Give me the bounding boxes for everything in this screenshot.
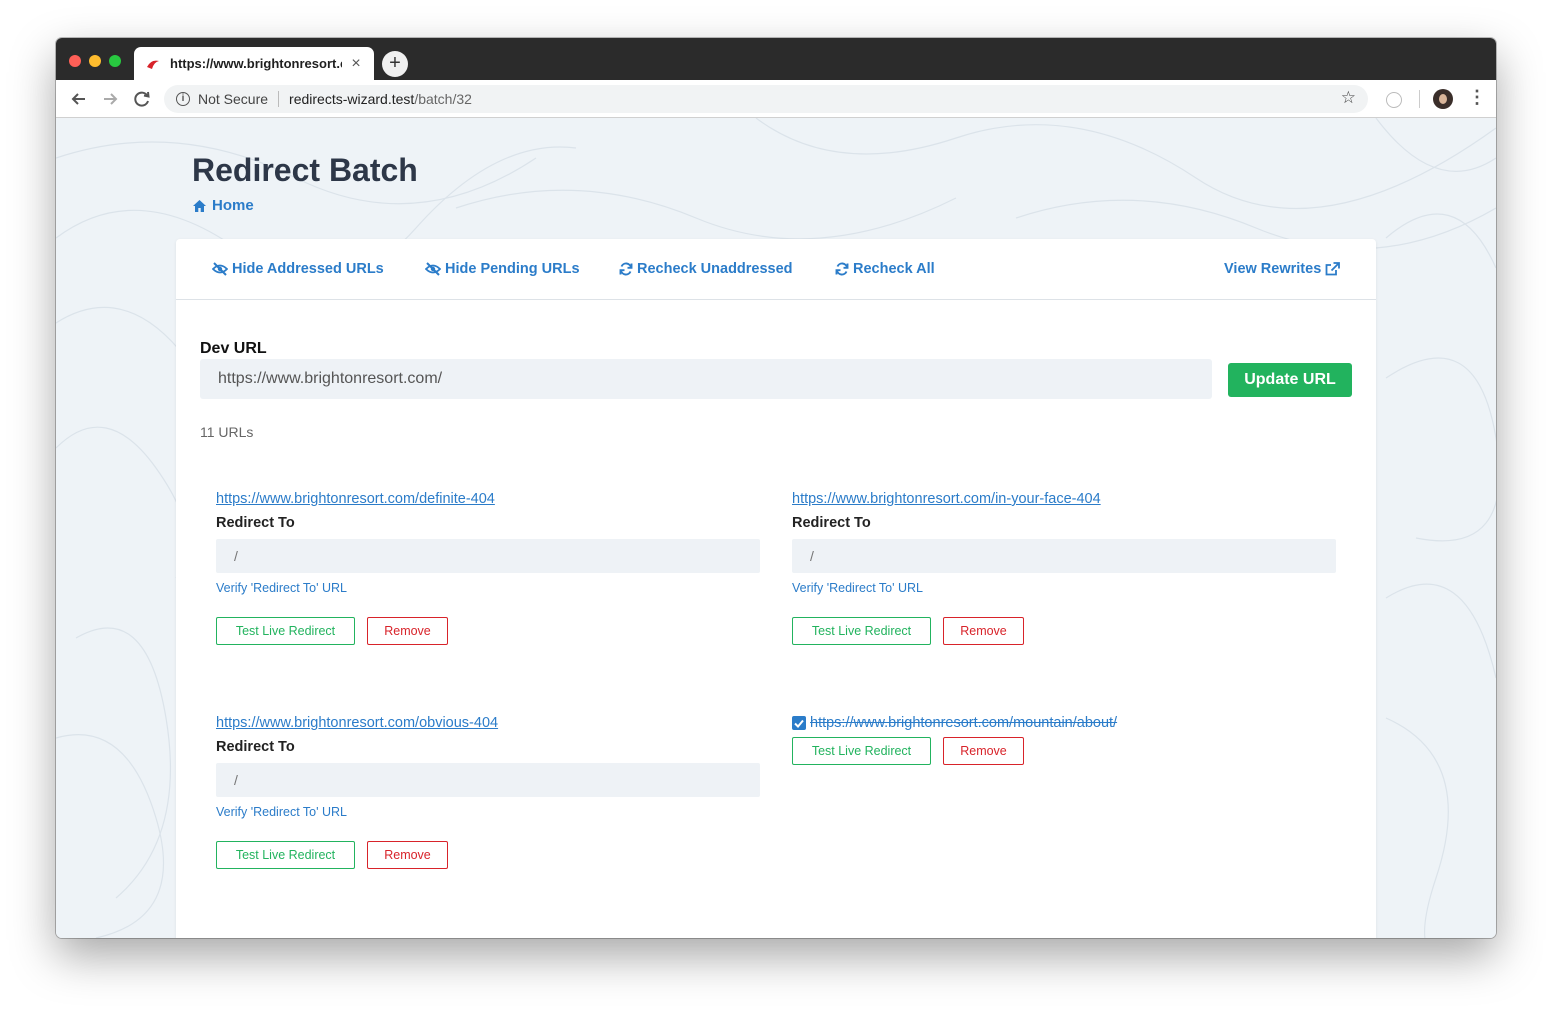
forward-arrow-icon[interactable] xyxy=(99,88,121,110)
remove-button[interactable]: Remove xyxy=(943,617,1024,645)
toolbar-divider xyxy=(1419,90,1420,108)
reload-icon[interactable] xyxy=(131,88,153,110)
hide-pending-button[interactable]: Hide Pending URLs xyxy=(425,261,580,277)
recheck-unaddressed-label: Recheck Unaddressed xyxy=(637,261,793,277)
source-url-link[interactable]: https://www.brightonresort.com/mountain/… xyxy=(810,715,1117,731)
dev-url-label: Dev URL xyxy=(200,340,267,357)
url-count: 11 URLs xyxy=(200,424,254,440)
update-url-button[interactable]: Update URL xyxy=(1228,363,1352,397)
redirect-item: https://www.brightonresort.com/obvious-4… xyxy=(216,715,776,869)
window-minimize-button[interactable] xyxy=(89,55,101,67)
external-link-icon xyxy=(1325,262,1341,276)
addressed-checkbox[interactable] xyxy=(792,716,806,730)
batch-actions-bar: Hide Addressed URLs Hide Pending URLs Re… xyxy=(176,239,1376,300)
verify-redirect-link[interactable]: Verify 'Redirect To' URL xyxy=(792,581,1352,595)
redirect-to-input[interactable] xyxy=(216,763,760,797)
home-icon xyxy=(193,199,206,212)
redirect-to-label: Redirect To xyxy=(216,739,295,755)
window-close-button[interactable] xyxy=(69,55,81,67)
new-tab-button[interactable]: + xyxy=(382,51,408,77)
remove-button[interactable]: Remove xyxy=(943,737,1024,765)
batch-card: Hide Addressed URLs Hide Pending URLs Re… xyxy=(176,239,1376,938)
verify-redirect-link[interactable]: Verify 'Redirect To' URL xyxy=(216,805,776,819)
redirect-to-input[interactable] xyxy=(216,539,760,573)
extension-icon[interactable] xyxy=(1386,92,1402,108)
source-url-link[interactable]: https://www.brightonresort.com/obvious-4… xyxy=(216,715,776,731)
eye-slash-icon xyxy=(212,262,228,276)
window-maximize-button[interactable] xyxy=(109,55,121,67)
source-url-link[interactable]: https://www.brightonresort.com/definite-… xyxy=(216,491,776,507)
dev-url-input[interactable] xyxy=(200,359,1212,399)
info-icon[interactable]: i xyxy=(176,92,190,106)
redirect-item: https://www.brightonresort.com/in-your-f… xyxy=(792,491,1352,645)
hide-addressed-button[interactable]: Hide Addressed URLs xyxy=(212,261,384,277)
hide-pending-label: Hide Pending URLs xyxy=(445,261,580,277)
browser-window: https://www.brightonresort.com/ × + i No… xyxy=(56,38,1496,938)
page-content: Redirect Batch Home Hide Addressed URLs xyxy=(56,118,1496,938)
eye-slash-icon xyxy=(425,262,441,276)
browser-toolbar: i Not Secure redirects-wizard.test/batch… xyxy=(56,80,1496,118)
refresh-icon xyxy=(619,262,633,276)
test-live-redirect-button[interactable]: Test Live Redirect xyxy=(216,617,355,645)
redirect-to-input[interactable] xyxy=(792,539,1336,573)
view-rewrites-label: View Rewrites xyxy=(1224,261,1322,277)
redirect-to-label: Redirect To xyxy=(792,515,871,531)
recheck-unaddressed-button[interactable]: Recheck Unaddressed xyxy=(619,261,793,277)
home-link-label: Home xyxy=(212,197,254,214)
avatar[interactable] xyxy=(1433,89,1453,109)
remove-button[interactable]: Remove xyxy=(367,841,448,869)
redirect-to-label: Redirect To xyxy=(216,515,295,531)
checkmark-icon xyxy=(794,719,804,728)
test-live-redirect-button[interactable]: Test Live Redirect xyxy=(216,841,355,869)
star-icon[interactable]: ☆ xyxy=(1341,88,1356,108)
recheck-all-label: Recheck All xyxy=(853,261,935,277)
test-live-redirect-button[interactable]: Test Live Redirect xyxy=(792,617,931,645)
redirect-item-addressed: https://www.brightonresort.com/mountain/… xyxy=(792,715,1352,765)
back-arrow-icon[interactable] xyxy=(68,88,90,110)
test-live-redirect-button[interactable]: Test Live Redirect xyxy=(792,737,931,765)
url-host: redirects-wizard.test xyxy=(289,91,415,107)
tab-close-icon[interactable]: × xyxy=(348,55,364,73)
security-indicator[interactable]: Not Secure xyxy=(198,91,268,107)
refresh-icon xyxy=(835,262,849,276)
home-link[interactable]: Home xyxy=(192,197,254,214)
tab-title: https://www.brightonresort.com/ xyxy=(170,56,342,71)
hide-addressed-label: Hide Addressed URLs xyxy=(232,261,384,277)
url-path: /batch/32 xyxy=(414,91,472,107)
address-bar[interactable]: i Not Secure redirects-wizard.test/batch… xyxy=(164,85,1368,113)
browser-tab[interactable]: https://www.brightonresort.com/ × xyxy=(134,47,374,80)
remove-button[interactable]: Remove xyxy=(367,617,448,645)
recheck-all-button[interactable]: Recheck All xyxy=(835,261,935,277)
source-url-link[interactable]: https://www.brightonresort.com/in-your-f… xyxy=(792,491,1352,507)
site-favicon-icon xyxy=(147,60,159,69)
menu-dots-icon[interactable]: ⋮ xyxy=(1468,88,1486,108)
omnibox-divider xyxy=(278,91,280,107)
verify-redirect-link[interactable]: Verify 'Redirect To' URL xyxy=(216,581,776,595)
redirect-item: https://www.brightonresort.com/definite-… xyxy=(216,491,776,645)
tab-strip: https://www.brightonresort.com/ × + xyxy=(56,38,1496,80)
page-title: Redirect Batch xyxy=(192,152,418,188)
view-rewrites-link[interactable]: View Rewrites xyxy=(1224,261,1344,277)
